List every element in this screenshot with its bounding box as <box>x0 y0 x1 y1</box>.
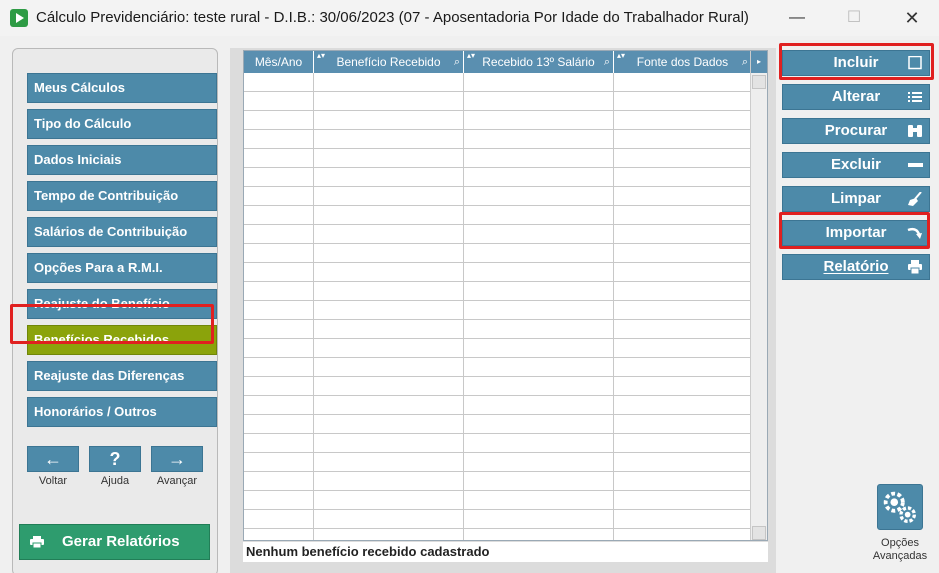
scroll-up-button[interactable] <box>752 75 766 89</box>
procurar-button[interactable]: Procurar <box>782 118 930 144</box>
search-icon[interactable]: ⌕ <box>604 51 610 73</box>
limpar-button[interactable]: Limpar <box>782 186 930 212</box>
sort-icon[interactable]: ▴▾ <box>617 51 625 61</box>
title-bar: Cálculo Previdenciário: teste rural - D.… <box>0 0 939 36</box>
sidebar-item-reajuste-do-beneficio[interactable]: Reajuste do Benefício <box>27 289 217 319</box>
sidebar-panel: Meus Cálculos Tipo do Cálculo Dados Inic… <box>12 48 218 573</box>
help-label: Ajuda <box>100 475 130 487</box>
import-arrow-icon <box>907 227 922 239</box>
back-label: Voltar <box>38 475 68 487</box>
sidebar-item-reajuste-das-diferencas[interactable]: Reajuste das Diferenças <box>27 361 217 391</box>
scroll-down-button[interactable] <box>752 526 766 540</box>
alterar-button[interactable]: Alterar <box>782 84 930 110</box>
generate-reports-label: Gerar Relatórios <box>62 533 180 550</box>
grid-body[interactable] <box>244 73 752 540</box>
importar-button[interactable]: Importar <box>782 220 930 246</box>
back-button[interactable]: ← <box>27 446 79 472</box>
printer-icon <box>908 260 922 274</box>
maximize-button[interactable]: ☐ <box>842 6 866 30</box>
grid-header: Mês/Ano ▴▾ Benefício Recebido ⌕ ▴▾ Receb… <box>244 51 767 73</box>
square-icon <box>908 56 922 70</box>
sidebar-item-honorarios-outros[interactable]: Honorários / Outros <box>27 397 217 427</box>
binoculars-icon <box>908 125 922 137</box>
sidebar-item-beneficios-recebidos[interactable]: Benefícios Recebidos <box>27 325 217 355</box>
close-button[interactable]: ✕ <box>900 6 924 30</box>
grid-status-text: Nenhum benefício recebido cadastrado <box>243 542 768 562</box>
sidebar-item-meus-calculos[interactable]: Meus Cálculos <box>27 73 217 103</box>
gears-icon <box>883 491 917 524</box>
sidebar-item-tipo-do-calculo[interactable]: Tipo do Cálculo <box>27 109 217 139</box>
benefits-grid[interactable]: Mês/Ano ▴▾ Benefício Recebido ⌕ ▴▾ Receb… <box>243 50 768 541</box>
app-logo-icon <box>10 9 28 27</box>
column-header-fonte-dos-dados[interactable]: ▴▾ Fonte dos Dados ⌕ <box>614 51 752 73</box>
search-icon[interactable]: ⌕ <box>742 51 748 73</box>
sort-icon[interactable]: ▴▾ <box>467 51 475 61</box>
column-header-mes-ano[interactable]: Mês/Ano <box>244 51 314 73</box>
generate-reports-button[interactable]: Gerar Relatórios <box>19 524 210 560</box>
advanced-options-label: Opções Avançadas <box>872 537 928 562</box>
window-title: Cálculo Previdenciário: teste rural - D.… <box>36 9 749 26</box>
printer-icon <box>30 536 44 548</box>
sidebar-item-tempo-de-contribuicao[interactable]: Tempo de Contribuição <box>27 181 217 211</box>
list-icon <box>908 92 922 102</box>
relatorio-button[interactable]: Relatório <box>782 254 930 280</box>
excluir-button[interactable]: Excluir <box>782 152 930 178</box>
sidebar-item-opcoes-rmi[interactable]: Opções Para a R.M.I. <box>27 253 217 283</box>
column-header-beneficio-recebido[interactable]: ▴▾ Benefício Recebido ⌕ <box>314 51 464 73</box>
sort-icon[interactable]: ▴▾ <box>317 51 325 61</box>
grid-area: Mês/Ano ▴▾ Benefício Recebido ⌕ ▴▾ Receb… <box>230 48 776 573</box>
minus-icon <box>908 163 923 167</box>
forward-label: Avançar <box>156 475 198 487</box>
advanced-options-button[interactable] <box>877 484 923 530</box>
search-icon[interactable]: ⌕ <box>454 51 460 73</box>
window-body: Meus Cálculos Tipo do Cálculo Dados Inic… <box>0 36 939 573</box>
broom-icon <box>908 192 922 206</box>
help-button[interactable]: ? <box>89 446 141 472</box>
incluir-button[interactable]: Incluir <box>782 50 930 76</box>
sidebar-item-salarios-de-contribuicao[interactable]: Salários de Contribuição <box>27 217 217 247</box>
sidebar-item-dados-iniciais[interactable]: Dados Iniciais <box>27 145 217 175</box>
minimize-button[interactable]: — <box>785 6 809 30</box>
vertical-scrollbar[interactable]: ▸ <box>750 51 767 540</box>
column-chooser-arrow-icon[interactable]: ▸ <box>751 51 767 73</box>
forward-button[interactable]: → <box>151 446 203 472</box>
column-header-recebido-13-salario[interactable]: ▴▾ Recebido 13º Salário ⌕ <box>464 51 614 73</box>
